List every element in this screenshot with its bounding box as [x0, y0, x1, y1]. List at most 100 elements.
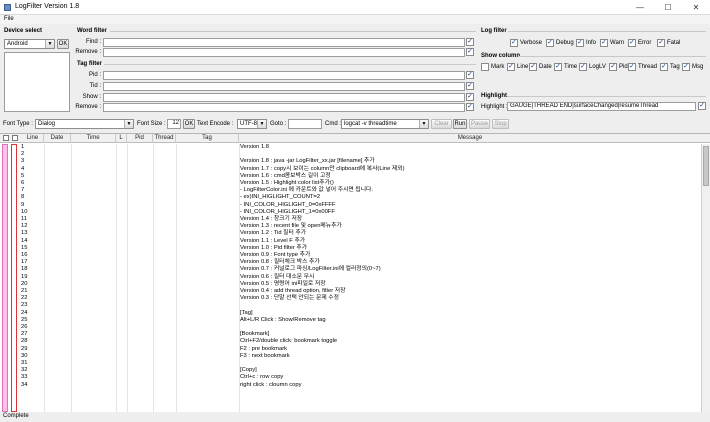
col-tag[interactable]: Tag: [176, 134, 239, 143]
table-row[interactable]: 33 Ctrl+c : row copy: [20, 374, 701, 381]
table-row[interactable]: 29 F2 : pre bookmark: [20, 346, 701, 353]
table-row[interactable]: 24 [Tag]: [20, 310, 701, 317]
show-column-thread-checkbox[interactable]: [628, 63, 636, 71]
show-column-pid-checkbox[interactable]: [609, 63, 617, 71]
show-column-line-checkbox[interactable]: [507, 63, 515, 71]
table-row[interactable]: 20 Version 0.5 : 명령어 ini파일로 저장: [20, 281, 701, 288]
table-row[interactable]: 10 - INI_COLOR_HIGLIGHT_1=0x00FF: [20, 209, 701, 216]
tid-input[interactable]: [103, 82, 465, 91]
col-line[interactable]: Line: [22, 134, 44, 143]
minimize-button[interactable]: —: [626, 0, 654, 15]
table-row[interactable]: 34 right click : cloumn copy: [20, 382, 701, 389]
col-pid[interactable]: Pid: [127, 134, 153, 143]
table-row[interactable]: 22 Version 0.3 : 단말 선택 안되는 문제 수정: [20, 295, 701, 302]
show-column-loglv-label: LogLV: [589, 64, 606, 70]
bookmark-column-bar[interactable]: [11, 144, 17, 412]
word-remove-enable-checkbox[interactable]: [466, 48, 474, 56]
maximize-button[interactable]: ☐: [654, 0, 682, 15]
log-table-body[interactable]: 1 Version 1.8 2 3 Version 1.8 : java -jar Lo…: [20, 144, 701, 412]
row-line-number: 16: [21, 252, 28, 258]
table-row[interactable]: 27 [Bookmark]: [20, 331, 701, 338]
table-row[interactable]: 32 [Copy]: [20, 367, 701, 374]
show-column-msg-checkbox[interactable]: [682, 63, 690, 71]
log-filter-info-checkbox[interactable]: [576, 39, 584, 47]
device-combo[interactable]: Android ▼: [4, 39, 55, 49]
bookmark-toggle-checkbox[interactable]: [12, 135, 18, 141]
clear-button[interactable]: Clear: [431, 119, 452, 129]
mark-column-bar[interactable]: [2, 144, 8, 412]
table-row[interactable]: 5 Version 1.6 : cmd콤보박스 길이 고정: [20, 173, 701, 180]
pid-enable-checkbox[interactable]: [466, 71, 474, 79]
stop-button[interactable]: Stop: [492, 119, 509, 129]
table-row[interactable]: 28 Ctrl+F2/double click: bookmark toggle: [20, 338, 701, 345]
table-row[interactable]: 8 - ex)INI_HIGLIGHT_COUNT=2: [20, 194, 701, 201]
table-row[interactable]: 3 Version 1.8 : java -jar LogFilter_xx.ja…: [20, 158, 701, 165]
table-row[interactable]: 31: [20, 360, 701, 367]
device-list[interactable]: [4, 52, 70, 112]
table-row[interactable]: 7 - LogFilterColor.ini 에 카운트와 값 넣어 주시면 됩…: [20, 187, 701, 194]
col-thread[interactable]: Thread: [153, 134, 176, 143]
col-loglv[interactable]: L: [116, 134, 127, 143]
word-remove-input[interactable]: [103, 48, 465, 57]
show-tag-input[interactable]: [103, 93, 465, 102]
log-filter-warn-checkbox[interactable]: [600, 39, 608, 47]
mark-toggle-checkbox[interactable]: [3, 135, 9, 141]
table-row[interactable]: 9 - INI_COLOR_HIGLIGHT_0=0xFFFF: [20, 202, 701, 209]
pid-input[interactable]: [103, 71, 465, 80]
show-column-time-checkbox[interactable]: [554, 63, 562, 71]
log-filter-fatal-checkbox[interactable]: [657, 39, 665, 47]
remove-tag-input[interactable]: [103, 103, 465, 112]
highlight-enable-checkbox[interactable]: [698, 102, 706, 110]
table-row[interactable]: 14 Version 1.1 : Level F 추가: [20, 238, 701, 245]
find-enable-checkbox[interactable]: [466, 38, 474, 46]
col-date[interactable]: Date: [44, 134, 71, 143]
run-button[interactable]: Run: [453, 119, 467, 129]
table-row[interactable]: 16 Version 0.9 : Font type 추가: [20, 252, 701, 259]
find-input[interactable]: [103, 38, 465, 47]
menu-file[interactable]: File: [4, 16, 14, 22]
show-column-date-checkbox[interactable]: [529, 63, 537, 71]
table-row[interactable]: 30 F3 : next bookmark: [20, 353, 701, 360]
text-encode-combo[interactable]: UTF-8 ▼: [237, 119, 267, 129]
log-filter-verbose-checkbox[interactable]: [510, 39, 518, 47]
log-filter-error-checkbox[interactable]: [628, 39, 636, 47]
show-tag-enable-checkbox[interactable]: [466, 93, 474, 101]
remove-tag-enable-checkbox[interactable]: [466, 103, 474, 111]
row-line-number: 15: [21, 244, 28, 251]
col-time[interactable]: Time: [71, 134, 116, 143]
font-size-ok-button[interactable]: OK: [183, 119, 195, 129]
col-message[interactable]: Message: [239, 134, 701, 143]
font-type-label: Font Type :: [3, 121, 33, 127]
table-row[interactable]: 12 Version 1.3 : recent file 및 open메뉴추가: [20, 223, 701, 230]
vertical-scrollbar[interactable]: [701, 144, 710, 412]
table-row[interactable]: 1 Version 1.8: [20, 144, 701, 151]
row-line-number: 18: [21, 266, 28, 273]
show-column-mark-checkbox[interactable]: [481, 63, 489, 71]
device-ok-button[interactable]: OK: [57, 39, 69, 49]
show-column-thread-label: Thread: [638, 64, 658, 70]
table-row[interactable]: 11 Version 1.4 : 창크기 저장: [20, 216, 701, 223]
table-row[interactable]: 18 Version 0.7 : 커널로그 파싱/LogFilter.ini에 컬…: [20, 266, 701, 273]
cmd-combo[interactable]: logcat -v threadtime ▼: [341, 119, 429, 129]
highlight-input[interactable]: GAUGE|THREAD END|surfaceChanged|resumeTh…: [507, 102, 696, 111]
table-row[interactable]: 25 Alt+L/R Click : Show/Remove tag: [20, 317, 701, 324]
table-row[interactable]: 21 Version 0.4 : add thread option, filte…: [20, 288, 701, 295]
pause-button[interactable]: Pause: [469, 119, 490, 129]
table-row[interactable]: 15 Version 1.0 : Pid filter 추가: [20, 245, 701, 252]
font-type-combo[interactable]: Dialog ▼: [35, 119, 134, 129]
table-row[interactable]: 4 Version 1.7 : copy시 보이는 column만 clipboa…: [20, 166, 701, 173]
table-row[interactable]: 26: [20, 324, 701, 331]
table-row[interactable]: 13 Version 1.2 : Tid 필터 추가: [20, 230, 701, 237]
show-column-tag-checkbox[interactable]: [660, 63, 668, 71]
goto-input[interactable]: [288, 119, 322, 129]
show-column-loglv-checkbox[interactable]: [579, 63, 587, 71]
log-filter-debug-checkbox[interactable]: [546, 39, 554, 47]
tid-enable-checkbox[interactable]: [466, 82, 474, 90]
font-size-input[interactable]: 12: [167, 119, 181, 129]
table-row[interactable]: 23: [20, 302, 701, 309]
log-table[interactable]: Line Date Time L Pid Thread Tag Message …: [0, 133, 710, 412]
table-row[interactable]: 19 Version 0.6 : 필터 대소문 무시: [20, 274, 701, 281]
highlight-label: Highlight :: [481, 104, 508, 110]
close-button[interactable]: ✕: [682, 0, 710, 15]
scrollbar-thumb[interactable]: [703, 146, 709, 186]
